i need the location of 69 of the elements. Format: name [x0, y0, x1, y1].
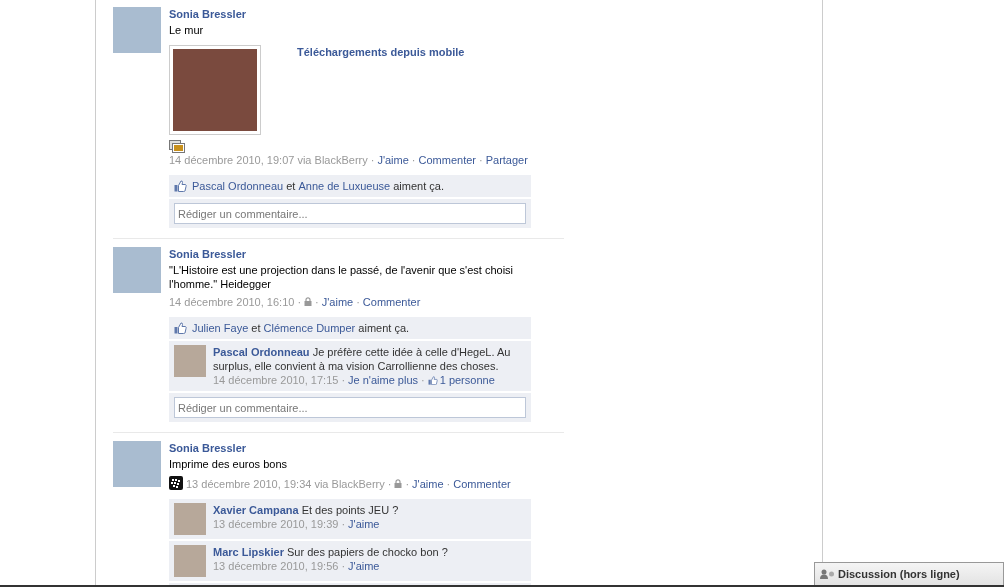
- avatar[interactable]: [113, 247, 161, 293]
- separator-dot: ·: [341, 518, 346, 530]
- author-link[interactable]: Sonia Bressler: [169, 442, 247, 454]
- likes-text: aiment ça.: [392, 179, 444, 193]
- post-text: "L'Histoire est une projection dans le passé, de l'avenir que s'est choisi l'homme." Heidegger: [169, 263, 515, 291]
- author-link[interactable]: Marc Lipskier: [213, 546, 284, 558]
- separator-dot: ·: [370, 154, 375, 166]
- post-text: Le mur: [169, 23, 205, 37]
- likes-text: et: [250, 321, 262, 335]
- lock-icon: [304, 297, 313, 306]
- author-link[interactable]: Pascal Ordonneau: [213, 346, 310, 358]
- chat-tab[interactable]: Discussion (hors ligne): [814, 562, 1004, 585]
- separator-dot: ·: [315, 296, 319, 308]
- comment-time: 13 décembre 2010, 19:56: [213, 560, 339, 572]
- comment-time: 14 décembre 2010, 17:15: [213, 374, 339, 386]
- author-link[interactable]: Sonia Bressler: [169, 248, 247, 260]
- post-text: Imprime des euros bons: [169, 457, 288, 471]
- album-link[interactable]: Téléchargements depuis mobile: [297, 45, 465, 59]
- comment-text: Pascal Ordonneau Je préfère cette idée à celle d'HegeL. Au surplus, elle convient à ma vision Carrollienne des choses.: [213, 345, 512, 373]
- separator-dot: ·: [341, 560, 346, 572]
- thumbs-up-icon: [174, 322, 187, 334]
- people-icon: [820, 569, 835, 579]
- like-link[interactable]: J'aime: [348, 560, 380, 572]
- post-time: 14 décembre 2010, 16:10: [169, 296, 295, 308]
- separator-dot: ·: [421, 374, 425, 386]
- avatar[interactable]: [174, 545, 206, 577]
- author-link[interactable]: Xavier Campana: [213, 504, 299, 516]
- likes-text: et: [285, 179, 297, 193]
- separator-dot: ·: [356, 296, 360, 308]
- action-link[interactable]: Commenter: [362, 296, 421, 308]
- author-link[interactable]: Sonia Bressler: [169, 8, 247, 20]
- like-link[interactable]: J'aime: [348, 518, 380, 530]
- comment-field[interactable]: Rédiger un commentaire...: [174, 203, 526, 224]
- comment-field[interactable]: Rédiger un commentaire...: [174, 397, 526, 418]
- action-link[interactable]: Commenter: [418, 154, 476, 166]
- comment-text: Marc Lipskier Sur des papiers de chocko bon ?: [213, 545, 448, 559]
- action-link[interactable]: Commenter: [453, 478, 511, 490]
- avatar[interactable]: [174, 345, 206, 377]
- like-link[interactable]: Je n'aime plus: [348, 374, 419, 386]
- comment-text: Xavier Campana Et des points JEU ?: [213, 503, 399, 517]
- like-count-link[interactable]: 1 personne: [439, 374, 495, 386]
- separator-dot: ·: [297, 296, 302, 308]
- action-link[interactable]: J'aime: [377, 154, 409, 166]
- separator-dot: ·: [446, 478, 451, 490]
- user-link[interactable]: Anne de Luxueuse: [298, 179, 391, 193]
- photo-placeholder[interactable]: [169, 45, 261, 135]
- thumbs-up-icon: [174, 180, 187, 192]
- user-link[interactable]: Clémence Dumper: [263, 321, 356, 335]
- separator-dot: ·: [411, 154, 416, 166]
- avatar[interactable]: [174, 503, 206, 535]
- thumbs-up-icon: [427, 376, 438, 385]
- separator-dot: ·: [405, 478, 410, 490]
- user-link[interactable]: Pascal Ordonneau: [192, 179, 284, 193]
- blackberry-icon: [169, 476, 183, 490]
- likes-text: aiment ça.: [357, 321, 410, 335]
- lock-icon: [394, 479, 403, 488]
- separator-dot: ·: [341, 374, 346, 386]
- post-time: 13 décembre 2010, 19:34 via BlackBerry: [186, 478, 385, 490]
- post-time: 14 décembre 2010, 19:07 via BlackBerry: [169, 154, 368, 166]
- action-link[interactable]: J'aime: [321, 296, 354, 308]
- photos-icon: [169, 140, 185, 153]
- separator-dot: ·: [387, 478, 392, 490]
- separator-dot: ·: [479, 154, 483, 166]
- user-link[interactable]: Julien Faye: [192, 321, 249, 335]
- avatar[interactable]: [113, 7, 161, 53]
- avatar[interactable]: [113, 441, 161, 487]
- action-link[interactable]: J'aime: [412, 478, 444, 490]
- comment-time: 13 décembre 2010, 19:39: [213, 518, 339, 530]
- action-link[interactable]: Partager: [485, 154, 528, 166]
